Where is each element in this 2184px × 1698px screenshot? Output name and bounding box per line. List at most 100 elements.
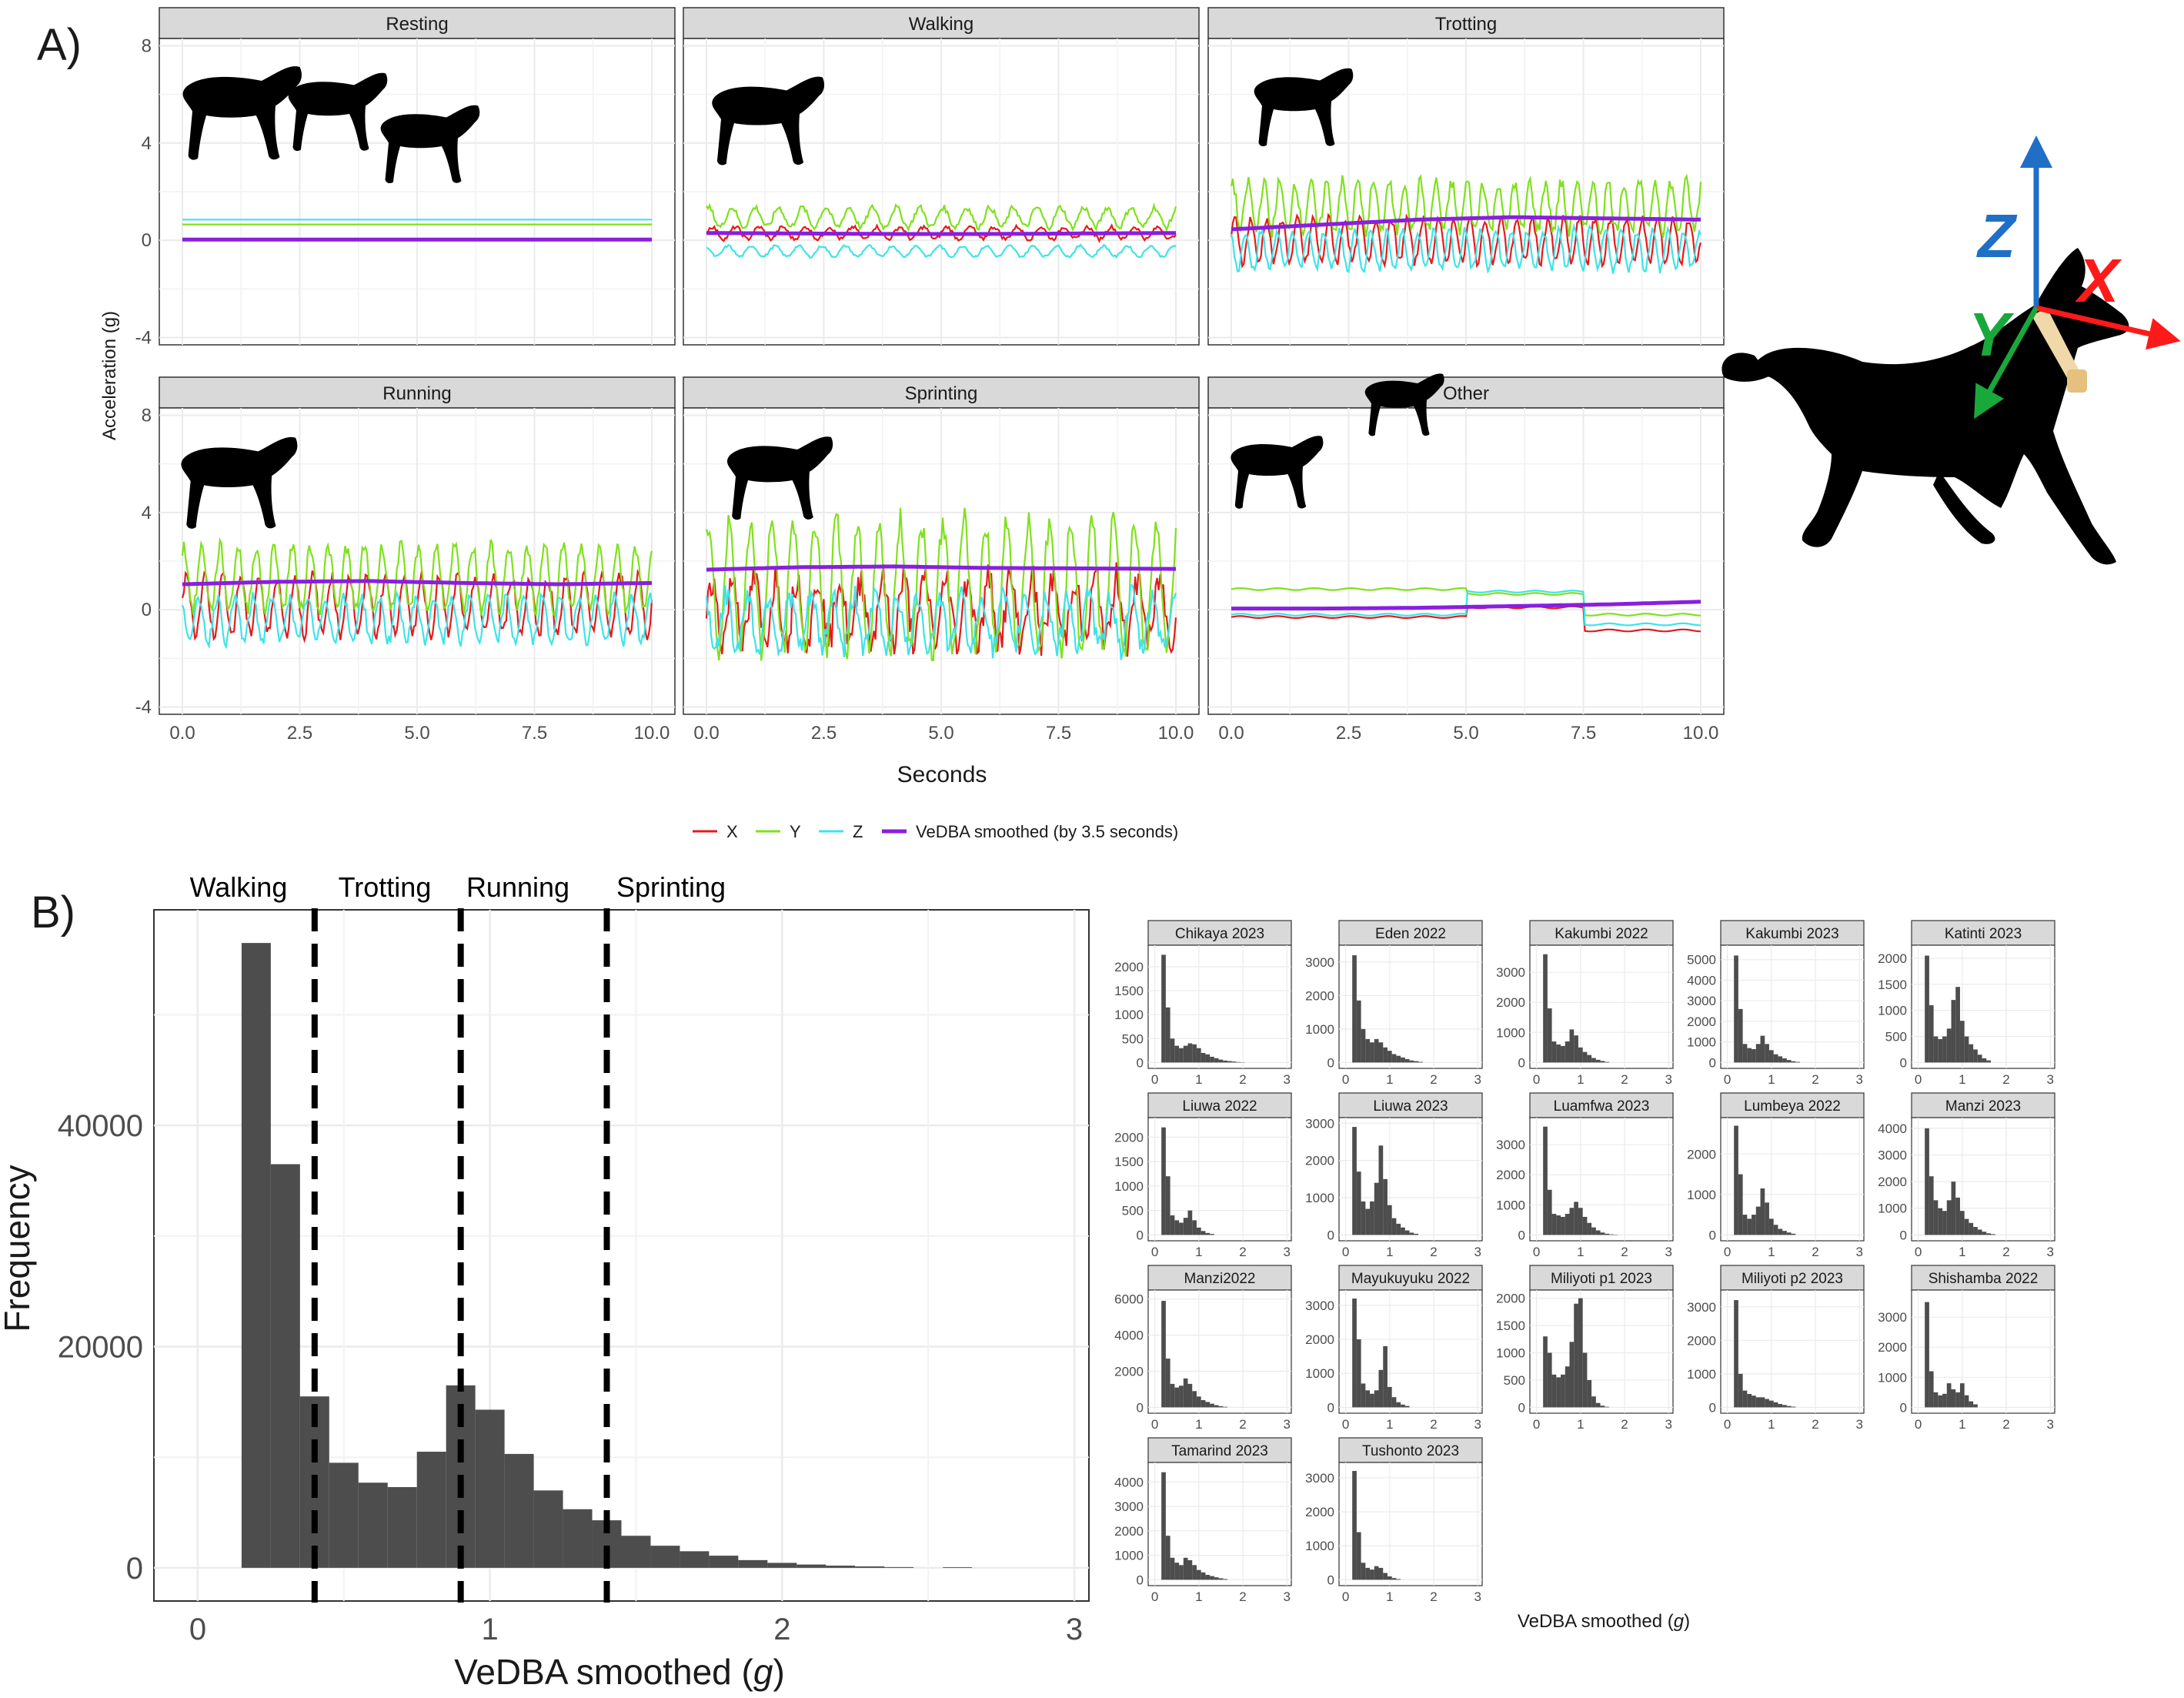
x-tick-label: 0: [1342, 1417, 1349, 1432]
x-tick-label: 0.0: [1218, 723, 1244, 744]
histogram-bar: [1387, 1576, 1392, 1580]
y-tick-label: 500: [1122, 1031, 1144, 1046]
y-tick-label: 1500: [1878, 978, 1907, 992]
histogram-bar: [533, 1490, 563, 1568]
histogram-bar: [1179, 1565, 1184, 1580]
x-tick-label: 1: [1577, 1072, 1584, 1087]
x-tick-label: 2: [1430, 1072, 1437, 1087]
y-tick-label: 500: [1885, 1030, 1907, 1045]
x-tick-label: 7.5: [1571, 723, 1596, 744]
facet-title: Other: [1443, 383, 1489, 404]
x-tick-label: 3: [1474, 1417, 1481, 1432]
x-tick-label: 10.0: [634, 723, 670, 744]
histogram-bar: [1786, 1060, 1792, 1063]
x-tick-label: 2: [1239, 1589, 1246, 1604]
y-tick-label: 500: [1122, 1204, 1144, 1218]
histogram-bar: [1165, 1176, 1170, 1235]
histogram-bar: [1600, 1232, 1605, 1235]
histogram-bar: [1938, 1208, 1943, 1235]
histogram-bar: [1352, 1299, 1357, 1408]
histogram-bar: [1938, 1038, 1943, 1063]
histogram-bar: [1773, 1054, 1778, 1063]
histogram-bar: [1210, 1056, 1214, 1063]
panel-b-label: B): [31, 887, 75, 938]
x-axis-label: X: [2075, 246, 2122, 315]
legend-entry-vedba: VeDBA smoothed (by 3.5 seconds): [882, 822, 1178, 841]
panel-a-facets: Resting -4 0 4 8 Walking Trotting Running -4 0 4 8 0…: [135, 7, 1725, 744]
x-tick-label: 2: [2002, 1245, 2009, 1259]
x-tick-label: 0: [1151, 1245, 1158, 1259]
y-tick-label: 1000: [1878, 1004, 1907, 1018]
legend-label: Y: [790, 822, 801, 841]
histogram-bar: [1170, 1383, 1175, 1408]
x-tick-label: 0: [1724, 1072, 1731, 1087]
y-tick-label: 1000: [1496, 1198, 1525, 1212]
x-tick-label: 2.5: [287, 723, 312, 744]
facet-histogram: Lumbeya 2022 0 1000 2000 0 1 2 3: [1687, 1092, 1865, 1259]
x-tick-label: 2: [1812, 1072, 1818, 1087]
y-tick-label: 2000: [1496, 1292, 1525, 1306]
legend-entry-x: X: [693, 822, 738, 841]
histogram-bar: [1778, 1056, 1783, 1063]
histogram-bar: [1352, 1471, 1357, 1580]
facet-title: Resting: [386, 14, 448, 35]
histogram-bar: [1982, 1232, 1987, 1235]
histogram-bar: [1201, 1052, 1206, 1063]
x-tick-label: 2: [1430, 1417, 1437, 1432]
histogram-bar: [1214, 1058, 1219, 1063]
histogram-bar: [1578, 1208, 1583, 1235]
histogram-bar: [1738, 1008, 1743, 1063]
y-tick-label: 0: [1327, 1055, 1334, 1070]
histogram-bar: [504, 1453, 534, 1568]
histogram-bar: [1747, 1393, 1752, 1408]
facet-sprinting: Sprinting 0.0 2.5 5.0 7.5 10.0: [683, 376, 1200, 744]
x-tick-label: 3: [1665, 1072, 1672, 1087]
histogram-bar: [1401, 1057, 1405, 1063]
histogram-bar: [1752, 1215, 1756, 1235]
y-tick-label: 2000: [1305, 988, 1334, 1003]
histogram-bar: [1591, 1058, 1596, 1063]
y-tick-label: 0: [1709, 1400, 1716, 1415]
legend-entry-z: Z: [819, 822, 863, 841]
figure: A) B) Resting -4 0 4 8 Walking Trotting Running…: [0, 7, 2181, 1692]
histogram-bar: [1578, 1298, 1583, 1408]
x-tick-label: 3: [1665, 1245, 1672, 1259]
histogram-bar: [1174, 1045, 1180, 1063]
y-tick-label: 20000: [58, 1331, 143, 1365]
histogram-bar: [1561, 1045, 1565, 1063]
facet-histogram: Luamfwa 2023 0 1000 2000 3000 0 1 2 3: [1496, 1092, 1674, 1259]
histogram-bar: [1556, 1044, 1561, 1063]
y-tick-label: 0: [1137, 1400, 1144, 1415]
histogram-bar: [1374, 1566, 1379, 1580]
x-tick-label: 1: [482, 1613, 499, 1646]
histogram-bar: [1218, 1406, 1224, 1408]
histogram-bar: [1955, 987, 1960, 1063]
histogram-bar: [1556, 1377, 1561, 1408]
histogram-bar: [1391, 1054, 1397, 1063]
histogram-bar: [709, 1556, 739, 1568]
histogram-bar: [1404, 1230, 1410, 1235]
histogram-bar: [1942, 1036, 1947, 1063]
histogram-bar: [1165, 1536, 1170, 1580]
x-tick-label: 2: [1239, 1245, 1246, 1259]
x-tick-label: 2: [1621, 1245, 1628, 1259]
y-tick-label: 0: [1709, 1055, 1716, 1070]
y-tick-label: 3000: [1687, 1300, 1716, 1315]
facet-trotting: Trotting: [1207, 7, 1725, 346]
histogram-bar: [1582, 1216, 1588, 1235]
histogram-bar: [1179, 1222, 1184, 1235]
histogram-bar: [1946, 1028, 1952, 1063]
histogram-bar: [1174, 1220, 1180, 1235]
x-tick-label: 2: [1430, 1245, 1437, 1259]
histogram-bar: [1201, 1400, 1206, 1408]
x-tick-label: 5.0: [928, 723, 953, 744]
y-tick-label: 1000: [1687, 1188, 1716, 1202]
facet-title: Kakumbi 2023: [1745, 926, 1838, 942]
facet-title: Walking: [909, 14, 973, 35]
y-tick-label: 0: [1900, 1228, 1907, 1242]
histogram-bar: [1569, 1029, 1575, 1063]
histogram-bar: [1183, 1218, 1188, 1235]
legend-label: Z: [853, 822, 863, 841]
y-tick-label: 2000: [1114, 960, 1144, 974]
x-tick-label: 2: [1621, 1417, 1628, 1432]
